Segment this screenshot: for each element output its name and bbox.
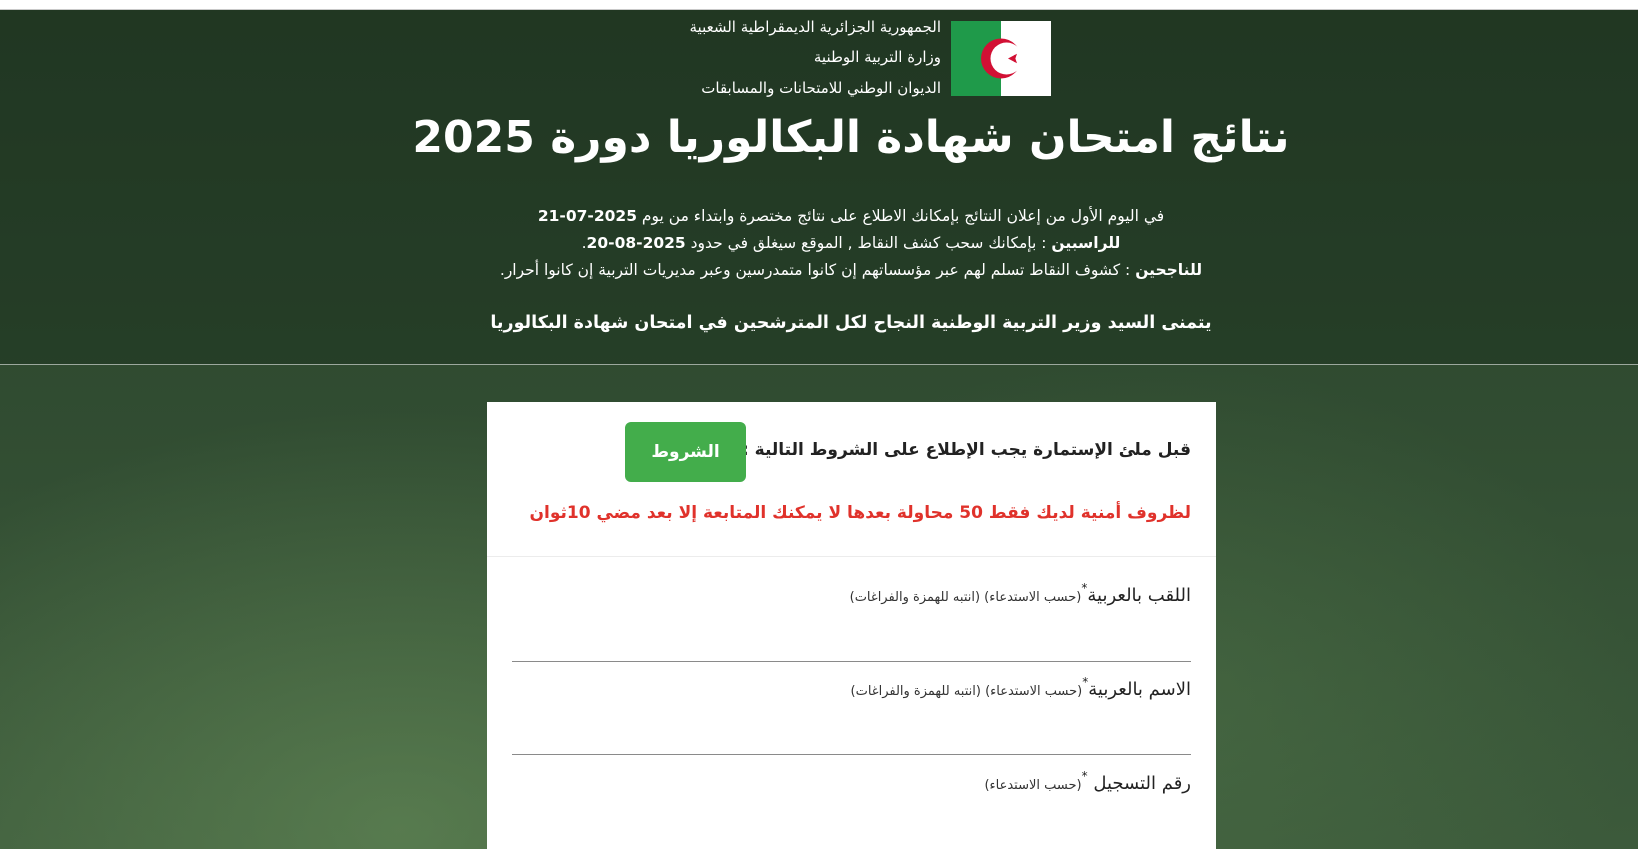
org-ministry-name: وزارة التربية الوطنية xyxy=(813,48,941,66)
info-label-passed: للناجحين xyxy=(1135,261,1203,279)
registration-number-label: رقم التسجيل *(حسب الاستدعاء) xyxy=(984,769,1191,794)
info-date: 2025-08-20 xyxy=(586,234,686,252)
results-form-card: قبل ملئ الإستمارة يجب الإطلاع على الشروط… xyxy=(487,402,1216,849)
info-label-failed: للراسبين xyxy=(1051,234,1121,252)
info-date: 2025-07-21 xyxy=(537,207,637,225)
security-warning: لظروف أمنية لديك فقط 50 محاولة بعدها لا … xyxy=(529,503,1191,523)
info-line-passed: للناجحين : كشوف النقاط تسلم لهم عبر مؤسس… xyxy=(0,261,1638,279)
name-field-label: الاسم بالعربية*(حسب الاستدعاء) (انتبه لل… xyxy=(850,675,1191,700)
name-input[interactable] xyxy=(512,725,1191,755)
info-text: في اليوم الأول من إعلان النتائج بإمكانك … xyxy=(637,207,1165,225)
surname-input[interactable] xyxy=(512,632,1191,662)
browser-top-strip xyxy=(0,0,1638,10)
info-line-failed: للراسبين : بإمكانك سحب كشف النقاط , المو… xyxy=(0,234,1638,252)
algeria-flag-icon xyxy=(951,21,1051,96)
surname-field-label: اللقب بالعربية*(حسب الاستدعاء) (انتبه لل… xyxy=(849,581,1191,606)
org-republic-name: الجمهورية الجزائرية الديمقراطية الشعبية xyxy=(689,18,942,36)
org-office-name: الديوان الوطني للامتحانات والمسابقات xyxy=(701,79,941,97)
info-line-first-day: في اليوم الأول من إعلان النتائج بإمكانك … xyxy=(0,207,1638,225)
info-text: : كشوف النقاط تسلم لهم عبر مؤسساتهم إن ك… xyxy=(499,261,1136,279)
page-title: نتائج امتحان شهادة البكالوريا دورة 2025 xyxy=(412,112,1290,163)
info-text: : بإمكانك سحب كشف النقاط , الموقع سيغلق … xyxy=(685,234,1052,252)
minister-wish: يتمنى السيد وزير التربية الوطنية النجاح … xyxy=(490,313,1212,333)
terms-notice: قبل ملئ الإستمارة يجب الإطلاع على الشروط… xyxy=(741,440,1191,460)
divider xyxy=(487,556,1216,557)
terms-button[interactable]: الشروط xyxy=(625,422,746,482)
